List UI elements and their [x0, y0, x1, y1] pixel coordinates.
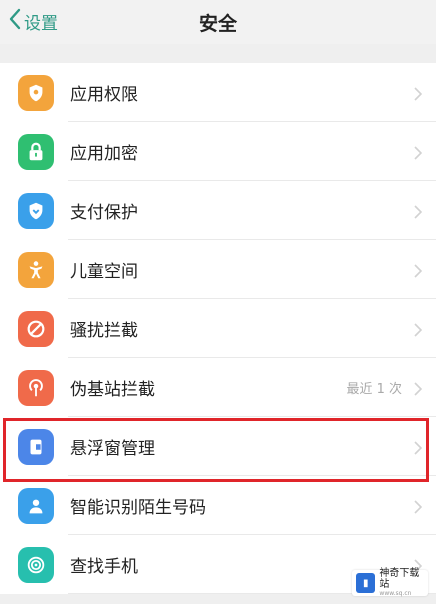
chevron-right-icon	[414, 440, 423, 455]
settings-item-kids-space[interactable]: 儿童空间	[0, 240, 436, 299]
settings-item-label: 应用权限	[70, 85, 138, 105]
settings-item-label: 查找手机	[70, 557, 138, 577]
payment-shield-icon	[18, 193, 54, 229]
settings-item-label: 支付保护	[70, 203, 138, 223]
watermark-title: 神奇下载站	[379, 568, 420, 590]
shield-icon	[18, 75, 54, 111]
settings-item-label: 骚扰拦截	[70, 321, 138, 341]
chevron-right-icon	[414, 86, 423, 101]
settings-item-label: 应用加密	[70, 144, 138, 164]
settings-item-label: 儿童空间	[70, 262, 138, 282]
settings-list: 应用权限 应用加密 支付保护 儿童空间 骚扰拦截 伪基站拦截 最近 1 次 悬浮…	[0, 63, 436, 594]
settings-item-fake-base-station-block[interactable]: 伪基站拦截 最近 1 次	[0, 358, 436, 417]
settings-item-label: 智能识别陌生号码	[70, 498, 206, 518]
settings-item-label: 悬浮窗管理	[70, 439, 155, 459]
lock-icon	[18, 134, 54, 170]
top-bar: 设置 安全	[0, 0, 436, 44]
settings-item-floating-window-management[interactable]: 悬浮窗管理	[0, 417, 436, 476]
settings-item-value: 最近 1 次	[346, 382, 402, 397]
watermark-logo-icon: ▮	[356, 573, 376, 593]
settings-item-app-encryption[interactable]: 应用加密	[0, 122, 436, 181]
floating-window-icon	[18, 429, 54, 465]
settings-item-stranger-number-identification[interactable]: 智能识别陌生号码	[0, 476, 436, 535]
chevron-right-icon	[414, 263, 423, 278]
settings-item-harassment-block[interactable]: 骚扰拦截	[0, 299, 436, 358]
chevron-right-icon	[414, 322, 423, 337]
chevron-right-icon	[414, 145, 423, 160]
contact-icon	[18, 488, 54, 524]
find-phone-icon	[18, 547, 54, 583]
chevron-right-icon	[414, 381, 423, 396]
child-icon	[18, 252, 54, 288]
watermark: ▮ 神奇下载站 www.sq.cn	[352, 568, 428, 597]
settings-item-payment-protection[interactable]: 支付保护	[0, 181, 436, 240]
page-title: 安全	[198, 13, 237, 35]
chevron-right-icon	[414, 499, 423, 514]
chevron-right-icon	[414, 204, 423, 219]
block-icon	[18, 311, 54, 347]
watermark-url: www.sq.cn	[379, 590, 412, 597]
settings-item-app-permissions[interactable]: 应用权限	[0, 63, 436, 122]
settings-item-label: 伪基站拦截	[70, 380, 155, 400]
antenna-icon	[18, 370, 54, 406]
